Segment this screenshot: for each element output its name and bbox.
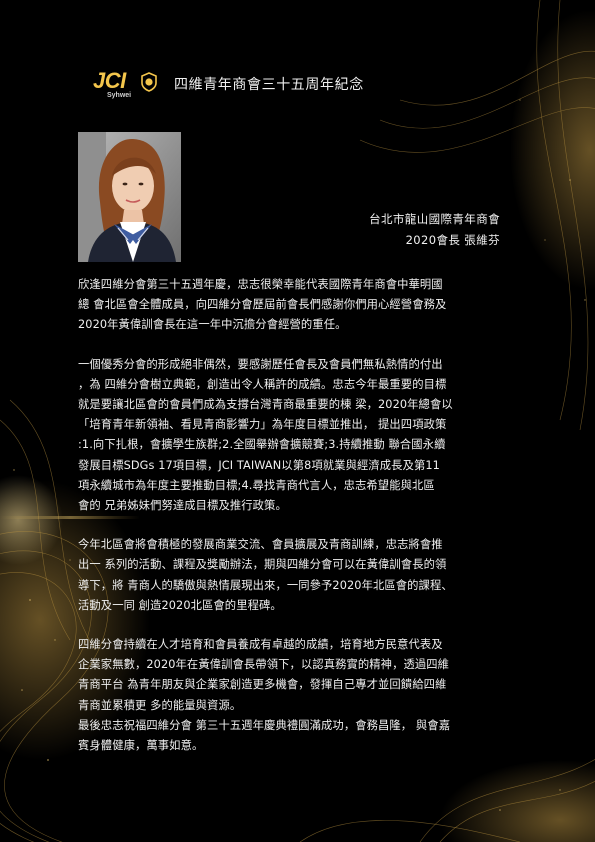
text-line: 出一 系列的活動、課程及獎勵辦法，期與四維分會可以在黃偉訓會長的領 (78, 558, 447, 572)
text-line: 賓身體健康，萬事如意。 (78, 739, 204, 753)
text-line: 四維分會持續在人才培育和會員養成有卓越的成績，培育地方民意代表及 (78, 638, 443, 652)
text-line: :1.向下扎根，會擴學生族群;2.全國舉辦會擴競賽;3.持續推動 聯合國永續 (78, 438, 446, 452)
header-title: 四維青年商會三十五周年紀念 (174, 77, 364, 93)
text-line: 項永續城市為年度主要推動目標;4.尋找青商代言人，忠志希望能與北區 (78, 478, 435, 492)
logo-subtext: Syhwei (107, 92, 132, 99)
text-line: 一個優秀分會的形成絕非偶然，要感謝歷任會長及會員們無私熱情的付出 (78, 357, 443, 371)
paragraph: 一個優秀分會的形成絕非偶然，要感謝歷任會長及會員們無私熱情的付出 ，為 四維分會… (78, 355, 520, 517)
paragraph: 今年北區會將會積極的發展商業交流、會員擴展及青商訓練，忠志將會推 出一 系列的活… (78, 535, 520, 616)
text-line: ，為 四維分會樹立典範，創造出令人稱許的成績。忠志今年最重要的目標 (78, 377, 447, 391)
text-line: 最後忠志祝福四維分會 第三十五週年慶典禮圓滿成功，會務昌隆， 與會嘉 (78, 718, 451, 732)
signature-role: 2020會長 張維芬 (405, 233, 500, 247)
text-line: 企業家無數，2020年在黃偉訓會長帶領下，以認真務實的精神，透過四維 (78, 658, 450, 672)
text-line: 活動及一同 創造2020北區會的里程碑。 (78, 598, 282, 612)
text-line: 會的 兄弟姊妹們努達成目標及推行政策。 (78, 499, 287, 513)
text-line: 發展目標SDGs 17項目標，JCI TAIWAN以第8項就業與經濟成長及第11 (78, 458, 440, 472)
text-line: 欣逢四維分會第三十五週年慶，忠志很榮幸能代表國際青年商會中華明國 (78, 278, 443, 291)
text-line: 「培育青年新領袖、看見青商影響力」為年度目標並推出， 提出四項政策 (78, 418, 447, 432)
paragraph: 四維分會持續在人才培育和會員養成有卓越的成績，培育地方民意代表及 企業家無數，2… (78, 635, 520, 756)
jci-logo: JCI Syhwei (93, 66, 173, 106)
text-line: 青商並累積更 多的能量與資源。 (78, 698, 242, 712)
signature-block: 台北市龍山國際青年商會 2020會長 張維芬 (369, 209, 500, 251)
text-line: 就是要讓北區會的會員們成為支撐台灣青商最重要的棟 梁，2020年總會以 (78, 398, 453, 412)
text-line: 總 會北區會全體成員，向四維分會歷屆前會長們感謝你們用心經營會務及 (78, 298, 447, 312)
text-line: 2020年黃偉訓會長在這一年中沉擔分會經營的重任。 (78, 318, 347, 332)
paragraph: 欣逢四維分會第三十五週年慶，忠志很榮幸能代表國際青年商會中華明國 總 會北區會全… (78, 275, 520, 336)
logo-text: JCI (93, 68, 126, 93)
letter-body: 欣逢四維分會第三十五週年慶，忠志很榮幸能代表國際青年商會中華明國 總 會北區會全… (78, 275, 520, 756)
signature-organization: 台北市龍山國際青年商會 (369, 212, 500, 226)
text-line: 導下，將 青商人的驕傲與熱情展現出來，一同參予2020年北區會的課程、 (78, 578, 453, 592)
text-line: 今年北區會將會積極的發展商業交流、會員擴展及青商訓練，忠志將會推 (78, 538, 443, 552)
president-portrait (78, 132, 181, 262)
text-line: 青商平台 為青年朋友與企業家創造更多機會，發揮自己專才並回饋給四維 (78, 678, 447, 692)
jci-globe-emblem-icon (141, 72, 157, 92)
